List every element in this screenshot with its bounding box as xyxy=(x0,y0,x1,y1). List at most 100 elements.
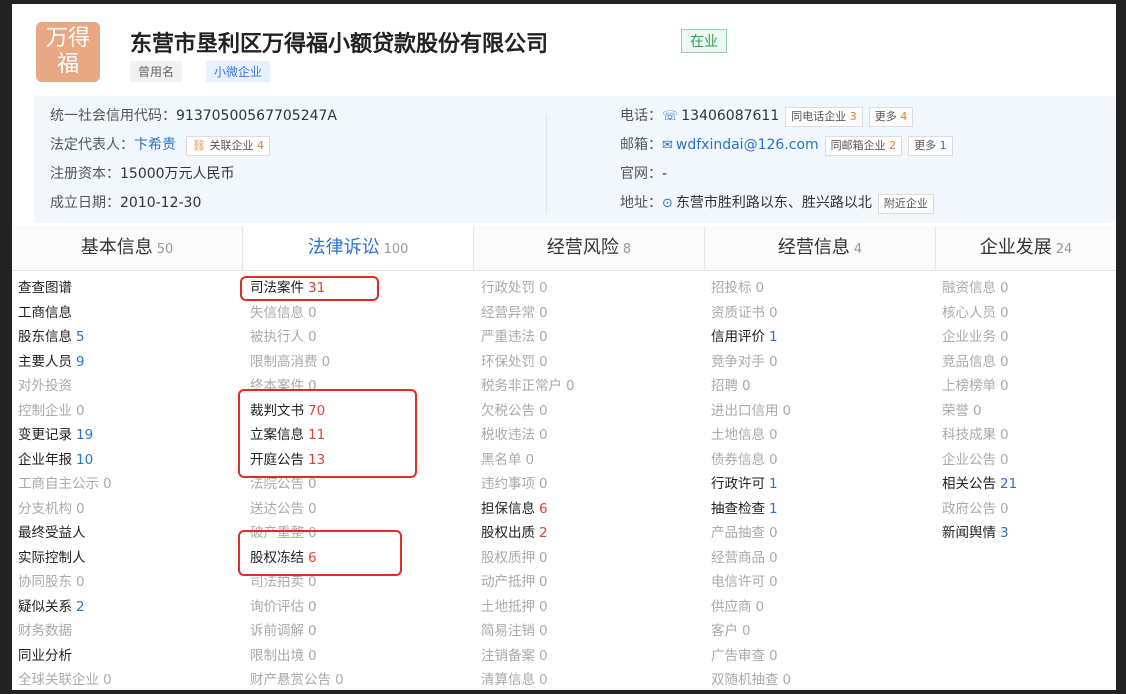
category-item: 协同股东 0 xyxy=(18,570,112,595)
category-item-label: 限制高消费 xyxy=(250,353,318,370)
email-link[interactable]: wdfxindai@126.com xyxy=(676,131,819,160)
category-item-label: 经营商品 xyxy=(711,549,765,566)
business-info-column: 招投标 0 资质证书 0 信用评价 1 竞争对手 0 招聘 0 进出口信用 0 土地信息 0 债券信息 0 行政… xyxy=(711,276,791,690)
category-item: 债券信息 0 xyxy=(711,448,791,473)
category-item[interactable]: 担保信息 6 xyxy=(481,497,575,522)
category-item-label: 变更记录 xyxy=(18,427,72,443)
category-item-count: 0 xyxy=(769,427,778,443)
category-item: 上榜榜单 0 xyxy=(942,374,1017,399)
category-item-label: 担保信息 xyxy=(481,500,535,517)
more-phone-button[interactable]: 更多 4 xyxy=(868,106,914,127)
category-item-label: 企业公告 xyxy=(942,451,996,468)
category-item-label: 实际控制人 xyxy=(18,549,86,566)
category-item: 企业业务 0 xyxy=(942,325,1017,350)
category-item-count: 0 xyxy=(103,476,112,492)
category-item[interactable]: 主要人员 9 xyxy=(18,350,112,375)
category-item-count: 0 xyxy=(76,574,85,590)
more-email-button[interactable]: 更多 1 xyxy=(908,135,953,156)
category-item[interactable]: 新闻舆情 3 xyxy=(942,521,1017,546)
category-item-count: 0 xyxy=(308,574,317,590)
category-item-count: 0 xyxy=(782,672,792,688)
category-item-label: 分支机构 xyxy=(18,500,72,517)
tab-label: 基本信息 xyxy=(80,237,153,258)
same-phone-count: 3 xyxy=(849,109,857,123)
category-item[interactable]: 实际控制人 xyxy=(18,546,112,571)
website-row: 官网： - xyxy=(620,160,953,189)
category-item-label: 动产抵押 xyxy=(481,574,535,590)
category-item[interactable]: 相关公告 21 xyxy=(942,472,1017,497)
category-item: 限制出境 0 xyxy=(250,644,344,669)
category-item-count: 0 xyxy=(308,623,317,639)
tab-business-info[interactable]: 经营信息 4 xyxy=(705,226,936,270)
category-item[interactable]: 工商信息 xyxy=(18,301,112,326)
category-item-count: 10 xyxy=(76,451,94,468)
small-enterprise-tag[interactable]: 小微企业 xyxy=(206,61,271,82)
same-email-button[interactable]: 同邮箱企业 2 xyxy=(824,135,903,156)
related-enterprise-button[interactable]: ⛓ 关联企业 4 xyxy=(186,135,270,156)
category-item: 竞品信息 0 xyxy=(942,350,1017,375)
category-item-count: 2 xyxy=(76,598,85,615)
category-item[interactable]: 查查图谱 xyxy=(18,276,112,301)
info-right-column: 电话： ☏ 13406087611 同电话企业 3 更多 4 邮箱： ✉ wdf… xyxy=(620,102,953,218)
more-phone-label: 更多 xyxy=(874,109,897,123)
category-item: 科技成果 0 xyxy=(942,423,1017,448)
category-item[interactable]: 抽查检查 1 xyxy=(711,497,791,522)
founded-row: 成立日期： 2010-12-30 xyxy=(50,189,337,218)
tab-label: 法律诉讼 xyxy=(307,237,380,258)
company-name: 东营市垦利区万得福小额贷款股份有限公司 xyxy=(130,32,549,57)
category-item: 简易注销 0 xyxy=(481,619,575,644)
category-item-count: 0 xyxy=(742,623,751,639)
category-item: 清算信息 0 xyxy=(481,668,575,690)
category-item: 经营商品 0 xyxy=(711,546,791,571)
category-item-count: 3 xyxy=(1000,525,1009,541)
category-item-label: 股权质押 xyxy=(481,549,535,566)
tab-count: 100 xyxy=(383,242,409,257)
tab-enterprise-development[interactable]: 企业发展 24 xyxy=(936,226,1116,270)
capital-label: 注册资本： xyxy=(50,166,120,182)
legal-litigation-column: 司法案件 31 失信信息 0 被执行人 0 限制高消费 0 终本案件 0 裁判文书 70 立案信息 11 开… xyxy=(250,276,344,690)
category-item: 环保处罚 0 xyxy=(481,350,575,375)
tab-label: 经营风险 xyxy=(546,237,619,258)
category-item-label: 双随机抽查 xyxy=(711,672,779,688)
category-item: 进出口信用 0 xyxy=(711,399,791,424)
logo-text-line2: 福 xyxy=(56,52,79,77)
category-item[interactable]: 信用评价 1 xyxy=(711,325,791,350)
category-item-label: 违约事项 xyxy=(481,476,535,492)
more-email-label: 更多 xyxy=(914,138,937,152)
category-item-label: 最终受益人 xyxy=(18,525,86,541)
category-item-count: 0 xyxy=(539,476,548,492)
highlight-judgment-filing-hearing xyxy=(238,389,417,478)
legal-rep-link[interactable]: 卞希贵 xyxy=(134,131,176,160)
related-count: 4 xyxy=(256,138,264,152)
category-item[interactable]: 最终受益人 xyxy=(18,521,112,546)
nearby-enterprise-button[interactable]: 附近企业 xyxy=(877,193,934,214)
credit-code-label: 统一社会信用代码： xyxy=(50,108,176,124)
category-item[interactable]: 行政许可 1 xyxy=(711,472,791,497)
category-item[interactable]: 同业分析 xyxy=(18,644,112,669)
category-item-count: 0 xyxy=(769,647,778,664)
category-item: 诉前调解 0 xyxy=(250,619,344,644)
category-item-label: 供应商 xyxy=(711,598,752,615)
category-item[interactable]: 变更记录 19 xyxy=(18,423,112,448)
tab-count: 50 xyxy=(156,242,174,257)
category-item-count: 0 xyxy=(1000,378,1009,394)
same-phone-button[interactable]: 同电话企业 3 xyxy=(785,106,863,127)
category-item-count: 0 xyxy=(335,672,344,688)
tab-business-risk[interactable]: 经营风险 8 xyxy=(474,226,705,270)
tab-basic-info[interactable]: 基本信息 50 xyxy=(12,226,243,270)
category-item: 财务数据 xyxy=(18,619,112,644)
category-item-label: 企业业务 xyxy=(942,329,996,345)
category-item: 违约事项 0 xyxy=(481,472,575,497)
category-item[interactable]: 股东信息 5 xyxy=(18,325,112,350)
category-item-count: 1 xyxy=(769,500,778,517)
former-name-tag[interactable]: 曾用名 xyxy=(130,61,183,82)
category-item[interactable]: 疑似关系 2 xyxy=(18,595,112,620)
tab-legal-litigation[interactable]: 法律诉讼 100 xyxy=(243,226,474,270)
category-item[interactable]: 企业年报 10 xyxy=(18,448,112,473)
category-item-count: 0 xyxy=(1000,280,1009,296)
location-icon: ⊙ xyxy=(662,196,673,211)
category-item: 注销备案 0 xyxy=(481,644,575,669)
category-item-count: 0 xyxy=(539,574,548,590)
category-item[interactable]: 股权出质 2 xyxy=(481,521,575,546)
category-item-label: 欠税公告 xyxy=(481,402,535,419)
